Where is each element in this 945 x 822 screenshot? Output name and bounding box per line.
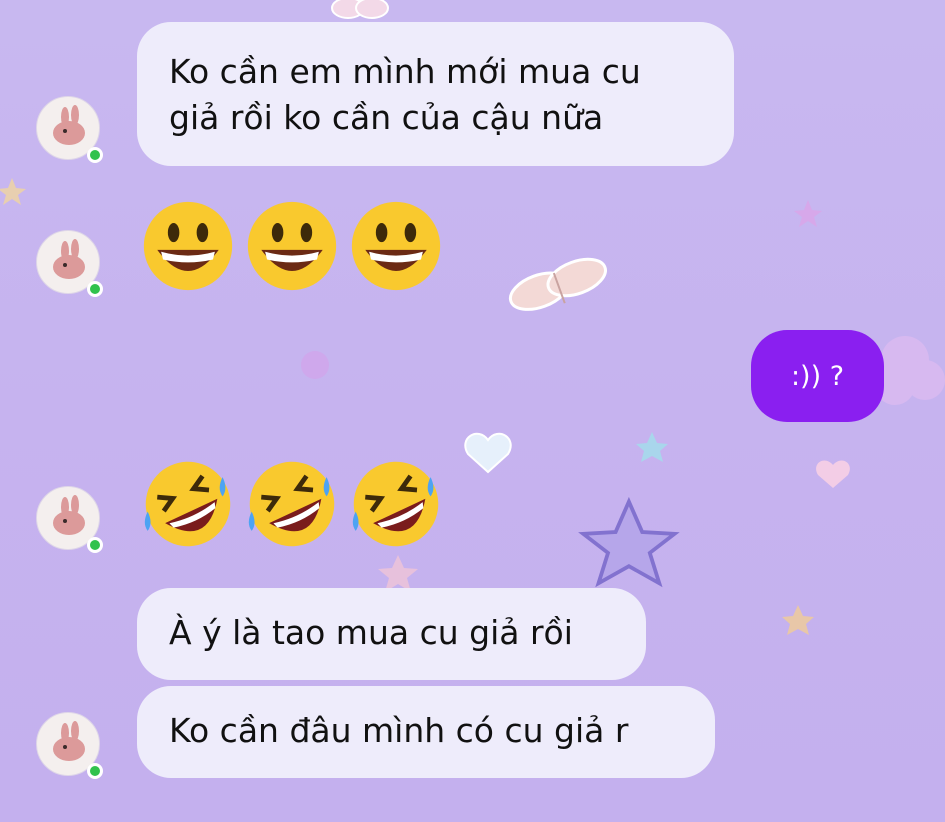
message-text: Ko cần đâu mình có cu giả r	[169, 711, 629, 750]
contact-avatar-icon	[53, 495, 85, 535]
butterfly-sticker	[331, 0, 389, 19]
message-text: :)) ?	[790, 360, 845, 392]
message-text: À ý là tao mua cu giả rồi	[169, 613, 573, 652]
online-indicator-icon	[87, 537, 103, 553]
rolling-laughing-emoji	[144, 461, 231, 547]
star-sticker	[636, 432, 668, 462]
emoji-message[interactable]	[140, 456, 452, 552]
contact-avatar[interactable]	[36, 712, 103, 779]
online-indicator-icon	[87, 281, 103, 297]
online-indicator-icon	[87, 147, 103, 163]
contact-avatar[interactable]	[36, 230, 103, 297]
grinning-face-emoji	[351, 201, 441, 291]
contact-avatar-icon	[53, 721, 85, 761]
star-sticker	[378, 555, 418, 592]
heart-sticker	[464, 433, 512, 474]
star-sticker	[782, 605, 814, 635]
butterfly-sticker	[508, 257, 607, 311]
rolling-laughing-emoji	[248, 461, 335, 547]
star-sticker	[0, 178, 26, 205]
star-sticker	[794, 200, 822, 227]
message-bubble[interactable]: Ko cần em mình mới mua cu giả rồi ko cần…	[137, 22, 734, 166]
message-text: Ko cần em mình mới mua cu	[169, 52, 641, 91]
contact-avatar-icon	[53, 239, 85, 279]
contact-avatar[interactable]	[36, 96, 103, 163]
grinning-face-emoji	[143, 201, 233, 291]
grinning-face-emoji	[247, 201, 337, 291]
emoji-message[interactable]	[140, 198, 452, 294]
contact-avatar-icon	[53, 105, 85, 145]
message-bubble[interactable]: Ko cần đâu mình có cu giả r	[137, 686, 715, 778]
rolling-laughing-emoji	[352, 461, 439, 547]
outgoing-message-bubble[interactable]: :)) ?	[751, 330, 884, 422]
online-indicator-icon	[87, 763, 103, 779]
star-sticker	[578, 496, 680, 588]
heart-sticker	[816, 460, 850, 488]
message-bubble[interactable]: À ý là tao mua cu giả rồi	[137, 588, 646, 680]
contact-avatar[interactable]	[36, 486, 103, 553]
message-text: giả rồi ko cần của cậu nữa	[169, 98, 604, 137]
